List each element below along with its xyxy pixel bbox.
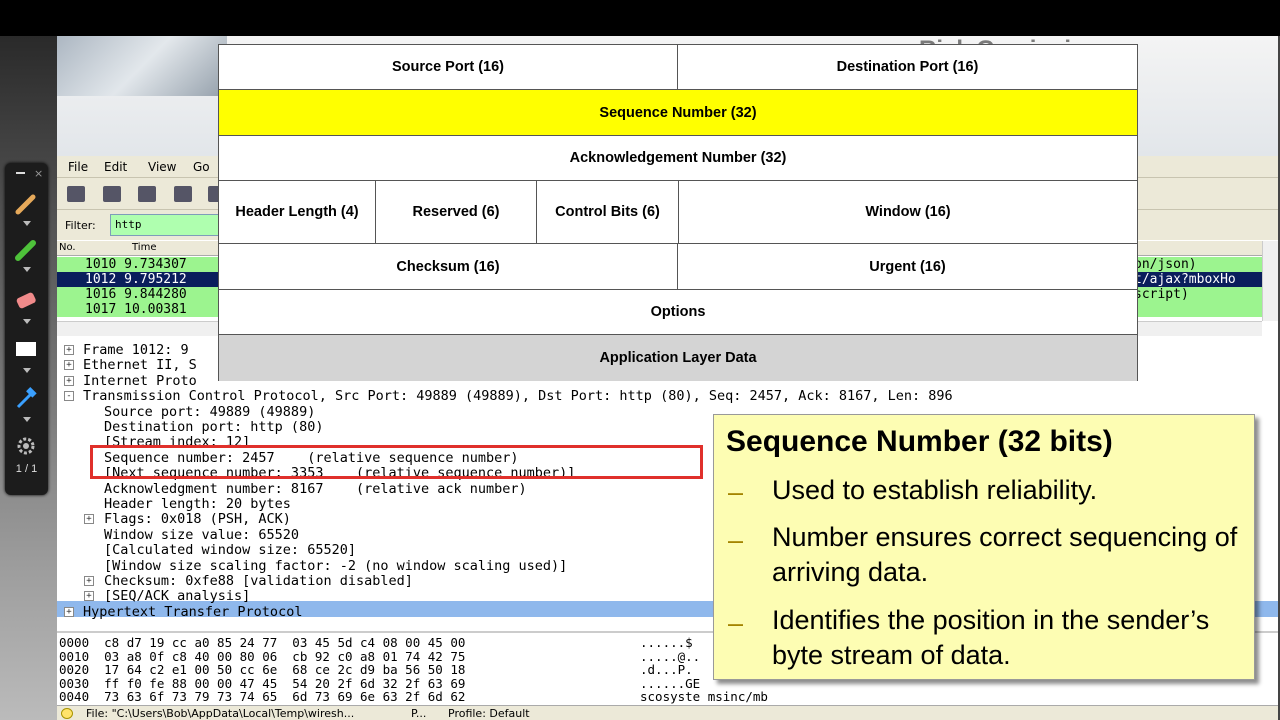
tcp-field-cell: Destination Port (16) xyxy=(678,45,1137,90)
column-time[interactable]: Time xyxy=(132,242,156,253)
detail-line[interactable]: Acknowledgment number: 8167 (relative ac… xyxy=(104,481,527,497)
page-indicator: 1 / 1 xyxy=(15,463,38,475)
detail-line[interactable]: Destination port: http (80) xyxy=(104,420,323,435)
pen-icon[interactable] xyxy=(13,191,39,217)
tcp-field-cell: Acknowledgement Number (32) xyxy=(219,136,1137,181)
menu-go[interactable]: Go xyxy=(193,160,210,174)
status-file: File: "C:\Users\Bob\AppData\Local\Temp\w… xyxy=(86,707,355,720)
detail-line[interactable]: Internet Proto xyxy=(83,373,197,389)
pointer-icon[interactable] xyxy=(13,385,39,411)
detail-line[interactable]: [Window size scaling factor: -2 (no wind… xyxy=(104,558,567,574)
bullet-dash: – xyxy=(728,608,744,638)
sequence-number-highlight-box xyxy=(90,445,703,479)
pen-caret xyxy=(23,221,31,226)
hex-line[interactable]: 0020 17 64 c2 e1 00 50 cc 6e 68 ce 2c d9… xyxy=(59,663,465,677)
info-panel: Sequence Number (32 bits) – Used to esta… xyxy=(713,414,1255,680)
packet-row-info: t/ajax?mboxHo xyxy=(1134,272,1236,287)
highlighter-icon[interactable] xyxy=(13,237,39,263)
packet-row-info: on/json) xyxy=(1134,257,1197,272)
eraser-caret xyxy=(23,319,31,324)
info-title: Sequence Number (32 bits) xyxy=(726,425,1113,458)
expand-icon[interactable]: + xyxy=(84,514,94,525)
expand-icon[interactable]: + xyxy=(64,375,74,386)
whiteboard-icon[interactable] xyxy=(13,337,39,363)
tcp-field-cell: Application Layer Data xyxy=(219,335,1137,381)
detail-line[interactable]: Header length: 20 bytes xyxy=(104,497,291,512)
bullet-dash: – xyxy=(728,477,744,507)
detail-line[interactable]: Window size value: 65520 xyxy=(104,527,299,543)
ascii-line[interactable]: ......GE xyxy=(640,676,700,691)
tcp-field-cell: Sequence Number (32) xyxy=(219,90,1137,136)
hex-line[interactable]: 0000 c8 d7 19 cc a0 85 24 77 03 45 5d c4… xyxy=(59,636,465,650)
bullet-text: Number ensures correct sequencing of arr… xyxy=(772,522,1238,587)
ascii-line[interactable]: scosyste msinc/mb xyxy=(640,690,768,704)
menu-view[interactable]: View xyxy=(148,160,176,174)
expand-icon[interactable]: + xyxy=(64,606,74,617)
bullet-dash: – xyxy=(728,525,744,555)
bullet-text: Used to establish reliability. xyxy=(772,475,1098,505)
expand-icon[interactable]: + xyxy=(64,345,74,355)
column-no[interactable]: No. xyxy=(59,242,76,253)
highlighter-caret xyxy=(23,267,31,272)
capture-options-icon[interactable] xyxy=(103,186,121,202)
hex-line[interactable]: 0030 ff f0 fe 88 00 00 47 45 54 20 2f 6d… xyxy=(59,676,465,691)
packet-row-summary: 1016 9.844280 xyxy=(85,287,187,302)
bullet-text: Identifies the position in the sender’s … xyxy=(772,605,1210,670)
detail-line[interactable]: [Calculated window size: 65520] xyxy=(104,543,356,558)
pointer-caret xyxy=(23,417,31,422)
settings-gear-icon[interactable] xyxy=(13,433,39,459)
expert-info-icon[interactable] xyxy=(61,708,73,719)
tcp-field-cell: Window (16) xyxy=(679,181,1137,244)
collapse-icon[interactable]: - xyxy=(64,391,74,402)
packet-row-summary: 1017 10.00381 xyxy=(85,302,187,317)
filter-label: Filter: xyxy=(65,219,96,232)
top-black-bar xyxy=(0,0,1280,36)
tcp-field-cell: Control Bits (6) xyxy=(537,181,679,244)
detail-line[interactable]: Checksum: 0xfe88 [validation disabled] xyxy=(104,574,413,589)
detail-line[interactable]: Ethernet II, S xyxy=(83,358,197,373)
detail-line[interactable]: Transmission Control Protocol, Src Port:… xyxy=(83,389,953,404)
expand-icon[interactable]: + xyxy=(84,591,94,602)
tcp-field-cell: Source Port (16) xyxy=(219,45,678,90)
eraser-icon[interactable] xyxy=(13,287,39,313)
tcp-field-cell: Header Length (4) xyxy=(219,181,376,244)
packet-row-info: script) xyxy=(1134,287,1189,302)
tcp-field-cell: Urgent (16) xyxy=(678,244,1137,290)
hex-line[interactable]: 0040 73 63 6f 73 79 73 74 65 6d 73 69 6e… xyxy=(59,690,465,704)
detail-line[interactable]: Flags: 0x018 (PSH, ACK) xyxy=(104,512,291,527)
start-capture-icon[interactable] xyxy=(138,186,156,202)
packet-row-summary: 1012 9.795212 xyxy=(85,272,187,287)
expand-icon[interactable]: + xyxy=(84,576,94,586)
packet-row-summary: 1010 9.734307 xyxy=(85,257,187,272)
stop-capture-icon[interactable] xyxy=(174,186,192,202)
whiteboard-caret xyxy=(23,368,31,373)
status-packets: P... xyxy=(411,707,427,720)
expand-icon[interactable]: + xyxy=(64,360,74,371)
packet-list-vscrollbar[interactable] xyxy=(1262,241,1278,321)
tcp-field-cell: Options xyxy=(219,290,1137,335)
annotation-toolbar: × 1 / 1 xyxy=(5,163,48,495)
minimize-icon[interactable] xyxy=(16,172,25,174)
ascii-line[interactable]: .d...P. xyxy=(640,663,693,677)
filter-input[interactable]: http xyxy=(110,214,230,236)
status-bar: File: "C:\Users\Bob\AppData\Local\Temp\w… xyxy=(57,705,1278,720)
tcp-field-cell: Reserved (6) xyxy=(376,181,537,244)
hex-line[interactable]: 0010 03 a8 0f c8 40 00 80 06 cb 92 c0 a8… xyxy=(59,649,465,664)
detail-line[interactable]: Frame 1012: 9 xyxy=(83,343,189,358)
detail-line[interactable]: Source port: 49889 (49889) xyxy=(104,404,315,420)
status-profile[interactable]: Profile: Default xyxy=(448,707,530,720)
interface-list-icon[interactable] xyxy=(67,186,85,202)
menu-edit[interactable]: Edit xyxy=(104,160,127,174)
ascii-line[interactable]: ......$ xyxy=(640,636,693,650)
tcp-header-diagram: Source Port (16) Destination Port (16) Seq… xyxy=(218,44,1138,381)
close-icon[interactable]: × xyxy=(34,167,43,180)
tcp-field-cell: Checksum (16) xyxy=(219,244,678,290)
menu-file[interactable]: File xyxy=(68,160,88,174)
detail-line[interactable]: [SEQ/ACK analysis] xyxy=(104,589,250,604)
detail-line[interactable]: Hypertext Transfer Protocol xyxy=(83,604,302,620)
banner-image xyxy=(57,36,227,96)
ascii-line[interactable]: .....@.. xyxy=(640,649,700,664)
